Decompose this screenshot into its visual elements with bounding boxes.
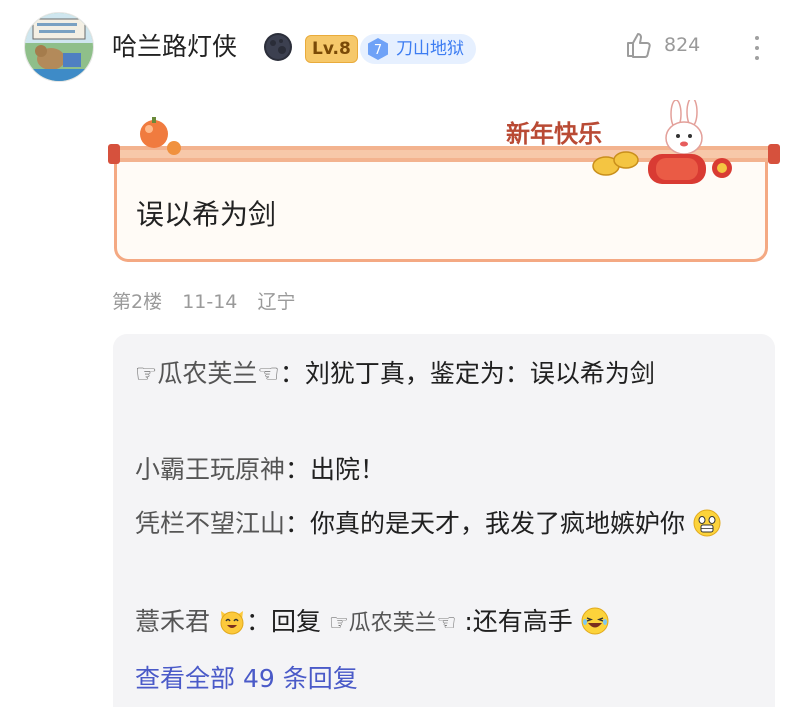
rank-tag-label: 刀山地狱 bbox=[396, 39, 464, 59]
reply-author[interactable]: 小霸王玩原神 bbox=[135, 455, 285, 484]
reply-author[interactable]: 薏禾君 bbox=[135, 607, 210, 636]
reply-text: 你真的是天才，我发了疯地嫉妒你 bbox=[310, 509, 686, 538]
reply-text: :还有高手 bbox=[464, 607, 573, 636]
like-count: 824 bbox=[664, 34, 701, 56]
rabbit-icon bbox=[665, 100, 703, 155]
reply-separator: ： bbox=[285, 509, 311, 538]
svg-text:7: 7 bbox=[374, 43, 382, 58]
more-icon[interactable] bbox=[744, 28, 770, 68]
floor-number: 第2楼 bbox=[112, 291, 163, 313]
diamond-icon: 7 bbox=[368, 38, 388, 60]
reply-target[interactable]: ☞瓜农芙兰☜ bbox=[329, 611, 456, 636]
reply-text: 出院！ bbox=[310, 455, 386, 484]
like-button[interactable]: 824 bbox=[624, 30, 700, 60]
avatar[interactable] bbox=[24, 12, 94, 82]
reply-word: 回复 bbox=[270, 607, 321, 636]
scream-emoji bbox=[693, 509, 721, 537]
post-location: 辽宁 bbox=[257, 291, 296, 313]
post-meta: 第2楼 11-14 辽宁 bbox=[112, 287, 296, 314]
level-badge: Lv.8 bbox=[305, 35, 358, 63]
username[interactable]: 哈兰路灯侠 bbox=[112, 30, 237, 64]
reply-separator: ： bbox=[279, 359, 305, 388]
reply-item[interactable]: ☞瓜农芙兰☜：刘犹丁真，鉴定为：误以希为剑 bbox=[135, 354, 755, 394]
cat-emoji bbox=[220, 611, 244, 635]
reply-text: 刘犹丁真，鉴定为：误以希为剑 bbox=[304, 359, 655, 388]
reply-separator: ： bbox=[245, 607, 271, 636]
reply-separator: ： bbox=[285, 455, 311, 484]
view-all-replies-link[interactable]: 查看全部 49 条回复 bbox=[135, 659, 358, 699]
comment-text: 误以希为剑 bbox=[136, 198, 277, 231]
reply-item[interactable]: 小霸王玩原神：出院！ bbox=[135, 450, 755, 490]
reply-item[interactable]: 薏禾君 ：回复 ☞瓜农芙兰☜ :还有高手 bbox=[135, 602, 755, 644]
laugh-emoji bbox=[581, 607, 609, 635]
thumbs-up-icon bbox=[627, 33, 651, 58]
reply-author[interactable]: ☞瓜农芙兰☜ bbox=[135, 359, 280, 388]
reply-item[interactable]: 凭栏不望江山：你真的是天才，我发了疯地嫉妒你 bbox=[135, 504, 755, 544]
new-year-banner: 新年快乐 bbox=[108, 100, 780, 184]
replies-panel: ☞瓜农芙兰☜：刘犹丁真，鉴定为：误以希为剑 小霸王玩原神：出院！ 凭栏不望江山：… bbox=[113, 334, 775, 707]
moon-icon bbox=[264, 33, 292, 61]
comment-card: 新年快乐 误以希为剑 bbox=[108, 100, 780, 268]
post-date: 11-14 bbox=[182, 291, 238, 313]
rank-tag: 7 刀山地狱 bbox=[360, 34, 476, 64]
reply-author[interactable]: 凭栏不望江山 bbox=[135, 509, 285, 538]
banner-text: 新年快乐 bbox=[506, 119, 602, 148]
